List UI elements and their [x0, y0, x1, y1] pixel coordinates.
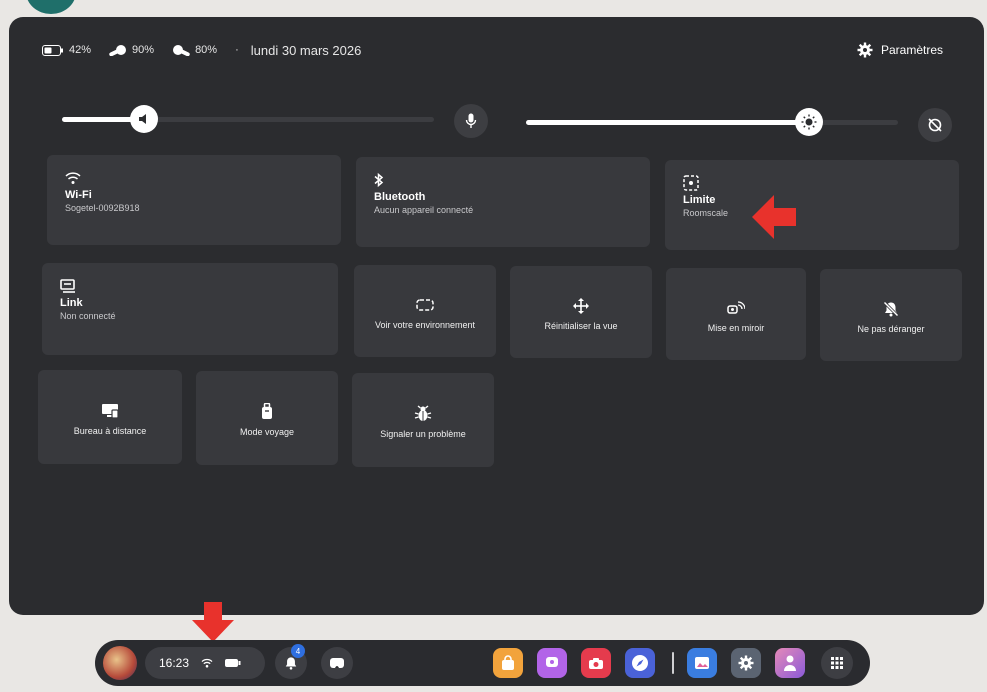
reset-view-label: Réinitialiser la vue [544, 321, 618, 331]
cast-label: Mise en miroir [707, 323, 765, 333]
red-arrow-down-icon [192, 602, 234, 642]
do-not-disturb-tile[interactable]: Ne pas déranger [820, 269, 962, 361]
left-controller-battery-value: 80% [195, 44, 218, 56]
report-bug-tile[interactable]: Signaler un problème [352, 373, 494, 467]
cast-tile[interactable]: Mise en miroir [666, 268, 806, 360]
passthrough-icon [416, 299, 434, 311]
compass-icon [632, 655, 648, 671]
wifi-icon [65, 172, 81, 184]
microphone-icon [465, 113, 477, 128]
volume-slider-handle[interactable] [129, 105, 158, 133]
boundary-icon [683, 175, 699, 191]
remote-desktop-tile[interactable]: Bureau à distance [38, 370, 182, 464]
taskbar: 16:23 4 [95, 640, 870, 686]
settings-app[interactable] [731, 648, 761, 678]
shopping-bag-icon [502, 655, 514, 670]
boundary-title: Limite [683, 194, 716, 206]
settings-label: Paramètres [880, 43, 943, 57]
date-label: lundi 30 mars 2026 [250, 42, 362, 58]
travel-mode-label: Mode voyage [239, 427, 295, 437]
microphone-button[interactable] [454, 104, 488, 138]
chat-icon [546, 657, 558, 667]
status-bar: 42% 90% 80% · lundi 30 mars 2026 [42, 40, 361, 60]
grid-icon [831, 657, 843, 669]
clock-time: 16:23 [159, 656, 190, 670]
browser-app[interactable] [625, 648, 655, 678]
link-status: Non connecté [60, 311, 116, 321]
report-bug-label: Signaler un problème [380, 429, 466, 439]
gallery-app[interactable] [687, 648, 717, 678]
right-controller-battery: 90% [109, 44, 154, 56]
bluetooth-title: Bluetooth [374, 191, 426, 203]
reset-view-tile[interactable]: Réinitialiser la vue [510, 266, 652, 358]
brightness-slider[interactable] [526, 120, 898, 125]
corner-badge [26, 0, 76, 14]
passthrough-tile[interactable]: Voir votre environnement [354, 265, 496, 357]
settings-button[interactable]: Paramètres [857, 42, 943, 58]
link-icon [60, 279, 75, 293]
remote-desktop-label: Bureau à distance [73, 426, 147, 436]
controller-icon [109, 45, 127, 56]
gear-icon [857, 42, 873, 58]
headset-icon [330, 658, 344, 668]
apps-grid-button[interactable] [821, 647, 853, 679]
monitor-icon [102, 404, 119, 419]
sun-icon [801, 114, 817, 130]
headset-view-button[interactable] [321, 647, 353, 679]
speaker-icon [138, 114, 146, 124]
brightness-auto-button[interactable] [918, 108, 952, 142]
headset-battery-value: 42% [69, 44, 92, 56]
bluetooth-status: Aucun appareil connecté [374, 205, 474, 215]
cast-icon [727, 301, 745, 314]
clock-status-button[interactable]: 16:23 [145, 647, 265, 679]
store-app[interactable] [493, 648, 523, 678]
camera-app[interactable] [581, 648, 611, 678]
volume-slider[interactable] [62, 117, 434, 122]
horizon-app[interactable] [537, 648, 567, 678]
battery-icon [225, 659, 241, 667]
avatar[interactable] [103, 646, 137, 680]
bluetooth-tile[interactable]: Bluetooth Aucun appareil connecté [356, 157, 650, 247]
character-icon [784, 655, 796, 671]
right-controller-battery-value: 90% [132, 44, 155, 56]
link-title: Link [60, 297, 83, 309]
move-icon [573, 298, 589, 314]
status-separator: · [235, 44, 239, 56]
passthrough-label: Voir votre environnement [374, 320, 476, 330]
auto-brightness-off-icon [928, 118, 942, 132]
brightness-slider-fill [526, 120, 809, 125]
wifi-network-name: Sogetel-0092B918 [65, 203, 140, 213]
do-not-disturb-label: Ne pas déranger [857, 324, 925, 334]
bell-off-icon [883, 301, 899, 317]
luggage-icon [262, 403, 272, 419]
travel-mode-tile[interactable]: Mode voyage [196, 371, 338, 465]
bell-icon [285, 657, 297, 670]
wifi-tile[interactable]: Wi-Fi Sogetel-0092B918 [47, 155, 341, 245]
notification-count-badge: 4 [291, 644, 305, 658]
boundary-mode: Roomscale [683, 208, 729, 218]
boundary-tile[interactable]: Limite Roomscale [665, 160, 959, 250]
camera-icon [589, 657, 603, 669]
avatar-app[interactable] [775, 648, 805, 678]
gear-icon [738, 655, 754, 671]
battery-icon [42, 44, 63, 56]
controller-icon [173, 45, 190, 56]
brightness-slider-handle[interactable] [794, 108, 823, 136]
bluetooth-icon [374, 172, 384, 188]
red-arrow-left-icon [752, 195, 796, 239]
wifi-title: Wi-Fi [65, 189, 92, 201]
wifi-icon [201, 658, 213, 668]
taskbar-divider [672, 652, 674, 674]
headset-battery: 42% [42, 44, 91, 56]
bug-icon [414, 405, 432, 421]
image-icon [695, 657, 709, 669]
link-tile[interactable]: Link Non connecté [42, 263, 338, 355]
left-controller-battery: 80% [172, 44, 217, 56]
